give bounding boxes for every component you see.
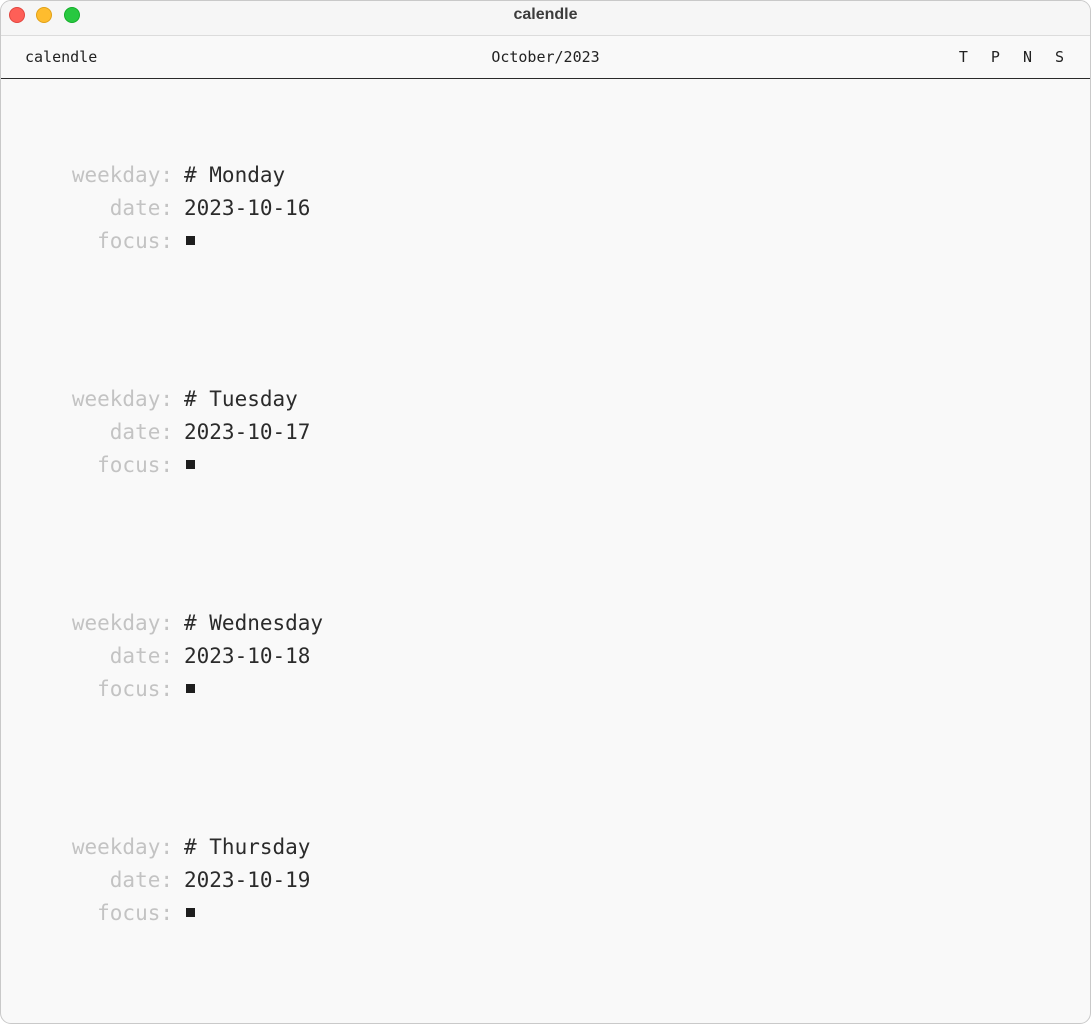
window-title: calendle <box>513 6 578 23</box>
focus-cursor <box>186 460 195 469</box>
date-label: date: <box>109 420 173 444</box>
weekday-value: # Monday <box>184 163 286 187</box>
focus-label: focus: <box>97 229 173 253</box>
date-value: 2023-10-18 <box>184 644 311 668</box>
focus-field[interactable] <box>184 229 195 253</box>
focus-cursor <box>186 684 195 693</box>
date-value: 2023-10-19 <box>184 868 311 892</box>
nav-button-settings[interactable]: S <box>1055 48 1064 66</box>
weekday-label: weekday: <box>71 611 173 635</box>
weekday-label: weekday: <box>71 387 173 411</box>
weekday-label: weekday: <box>71 835 173 859</box>
nav-button-today[interactable]: T <box>959 48 968 66</box>
weekday-value: # Wednesday <box>184 611 324 635</box>
nav-button-previous[interactable]: P <box>991 48 1000 66</box>
focus-field[interactable] <box>184 901 195 925</box>
day-list: weekday: # Monday date: 2023-10-16 focus… <box>1 79 1090 1023</box>
focus-label: focus: <box>97 453 173 477</box>
month-label: October/2023 <box>491 48 600 66</box>
title-bar: calendle <box>1 1 1090 36</box>
date-label: date: <box>109 868 173 892</box>
nav-button-next[interactable]: N <box>1023 48 1032 66</box>
focus-field[interactable] <box>184 677 195 701</box>
weekday-label: weekday: <box>71 163 173 187</box>
weekday-value: # Thursday <box>184 835 311 859</box>
focus-cursor <box>186 236 195 245</box>
focus-label: focus: <box>97 901 173 925</box>
nav-buttons: T P N S <box>959 48 1064 66</box>
date-value: 2023-10-16 <box>184 196 311 220</box>
focus-label: focus: <box>97 677 173 701</box>
date-label: date: <box>109 196 173 220</box>
date-value: 2023-10-17 <box>184 420 311 444</box>
focus-cursor <box>186 908 195 917</box>
app-header: calendle October/2023 T P N S <box>1 36 1090 79</box>
app-window: calendle calendle October/2023 T P N S w… <box>0 0 1091 1024</box>
date-label: date: <box>109 644 173 668</box>
focus-field[interactable] <box>184 453 195 477</box>
weekday-value: # Tuesday <box>184 387 298 411</box>
